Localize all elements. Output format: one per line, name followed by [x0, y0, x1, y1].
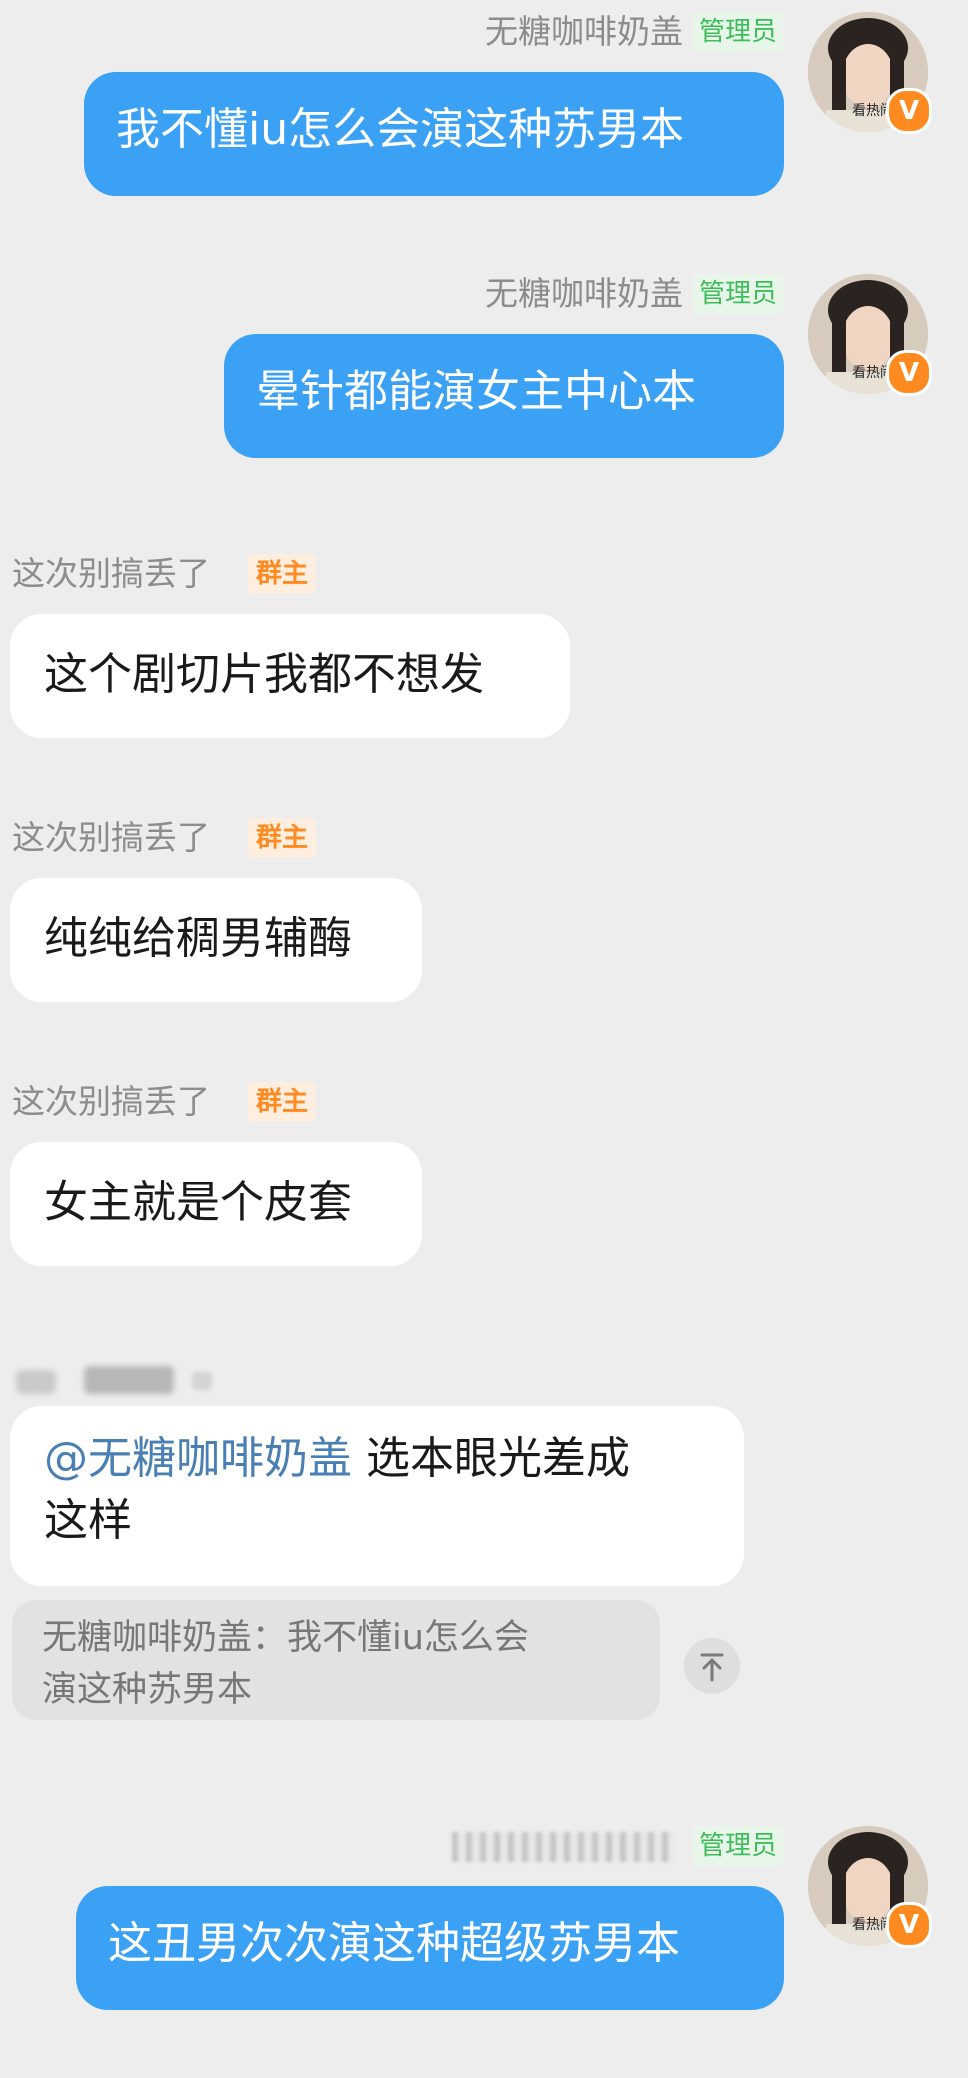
admin-badge: 管理员	[692, 274, 783, 314]
admin-badge: 管理员	[692, 12, 783, 52]
message-bubble[interactable]: 女主就是个皮套	[10, 1142, 422, 1266]
sender-name[interactable]: 无糖咖啡奶盖	[485, 12, 683, 52]
message-bubble[interactable]: 这个剧切片我都不想发	[10, 614, 570, 738]
quoted-message[interactable]: 无糖咖啡奶盖：我不懂iu怎么会 演这种苏男本	[12, 1600, 660, 1720]
message-4: 这次别搞丢了 群主 纯纯给稠男辅酶	[0, 814, 968, 1004]
sender-name[interactable]: 这次别搞丢了	[12, 1082, 210, 1122]
message-1: 无糖咖啡奶盖 管理员 看热闹 V 我不懂iu怎么会演这种苏男本	[0, 0, 968, 200]
message-bubble[interactable]: 纯纯给稠男辅酶	[10, 878, 422, 1002]
message-bubble[interactable]: 这丑男次次演这种超级苏男本	[76, 1886, 784, 2010]
blurred-sender-name	[452, 1832, 674, 1862]
message-6: @无糖咖啡奶盖 选本眼光差成 这样 无糖咖啡奶盖：我不懂iu怎么会 演这种苏男本	[0, 1350, 968, 1730]
arrow-up-icon	[700, 1653, 724, 1682]
owner-badge: 群主	[248, 554, 317, 594]
verified-badge-icon: V	[886, 350, 932, 396]
owner-badge: 群主	[248, 1082, 317, 1122]
sender-name[interactable]: 这次别搞丢了	[12, 818, 210, 858]
admin-badge: 管理员	[692, 1826, 783, 1866]
message-7: 管理员 看热闹 V 这丑男次次演这种超级苏男本	[0, 1810, 968, 2010]
message-bubble[interactable]: 晕针都能演女主中心本	[224, 334, 784, 458]
quote-line2: 演这种苏男本	[42, 1670, 253, 1710]
sender-name[interactable]: 这次别搞丢了	[12, 554, 210, 594]
message-3: 这次别搞丢了 群主 这个剧切片我都不想发	[0, 550, 968, 740]
message-2: 无糖咖啡奶盖 管理员 看热闹 V 晕针都能演女主中心本	[0, 262, 968, 462]
owner-badge: 群主	[248, 818, 317, 858]
message-5: 这次别搞丢了 群主 女主就是个皮套	[0, 1078, 968, 1268]
jump-to-quote-button[interactable]	[684, 1638, 740, 1694]
message-bubble[interactable]: @无糖咖啡奶盖 选本眼光差成 这样	[10, 1406, 744, 1586]
message-text-line2: 这样	[44, 1495, 132, 1546]
message-text-line1: 选本眼光差成	[352, 1433, 630, 1484]
blurred-sender-name	[16, 1362, 212, 1398]
verified-badge-icon: V	[886, 1902, 932, 1948]
sender-name[interactable]: 无糖咖啡奶盖	[485, 274, 683, 314]
mention-link[interactable]: @无糖咖啡奶盖	[44, 1433, 352, 1484]
message-bubble[interactable]: 我不懂iu怎么会演这种苏男本	[84, 72, 784, 196]
verified-badge-icon: V	[886, 88, 932, 134]
quote-line1: 无糖咖啡奶盖：我不懂iu怎么会	[42, 1618, 529, 1658]
